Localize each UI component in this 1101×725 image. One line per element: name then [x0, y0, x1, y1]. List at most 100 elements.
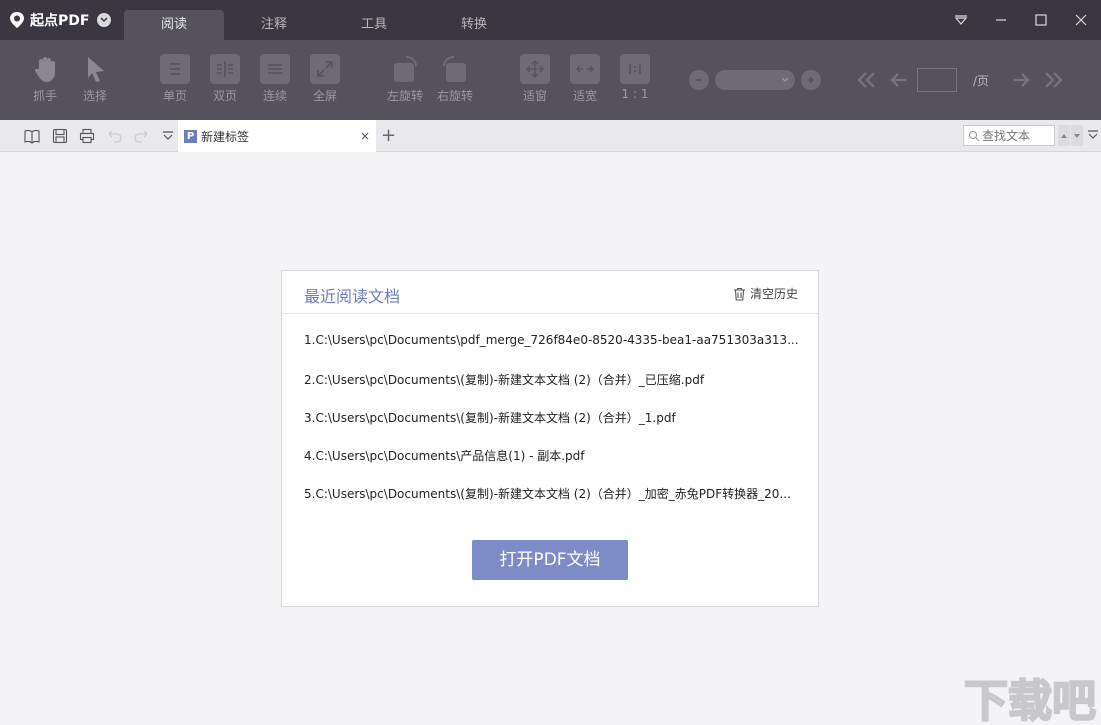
- actual-size-icon: [620, 54, 650, 84]
- double-page-button[interactable]: 双页: [200, 54, 250, 104]
- close-icon: [1075, 14, 1087, 26]
- recent-panel-header: 最近阅读文档 清空历史: [282, 271, 818, 314]
- fullscreen-icon: [310, 54, 340, 84]
- fit-window-icon: [520, 54, 550, 84]
- logo-pin-icon: [10, 12, 24, 28]
- fit-window-button[interactable]: 适窗: [510, 54, 560, 104]
- watermark-text: 下载吧: [964, 676, 1096, 724]
- window-controls: [941, 0, 1101, 40]
- fullscreen-button[interactable]: 全屏: [300, 54, 350, 104]
- print-icon[interactable]: [79, 128, 95, 144]
- search-next-button[interactable]: [1071, 125, 1083, 146]
- single-page-icon: [160, 54, 190, 84]
- first-page-icon[interactable]: [855, 70, 879, 90]
- more-options-icon[interactable]: [1087, 128, 1099, 142]
- tab-annotate[interactable]: 注释: [224, 10, 324, 40]
- app-name: 起点PDF: [30, 13, 90, 29]
- previous-page-icon[interactable]: [889, 70, 909, 90]
- fit-width-label: 适宽: [572, 89, 597, 103]
- recent-document-item[interactable]: 3.C:\Users\pc\Documents\(复制)-新建文本文档 (2)（…: [304, 409, 804, 447]
- maximize-button[interactable]: [1021, 0, 1061, 40]
- zoom-select[interactable]: [715, 70, 795, 90]
- search-prev-button[interactable]: [1058, 125, 1070, 146]
- settings-menu-button[interactable]: [941, 0, 981, 40]
- minimize-button[interactable]: [981, 0, 1021, 40]
- page-navigation: /页: [855, 66, 1065, 94]
- rotate-right-icon: [440, 54, 470, 84]
- document-tab[interactable]: P 新建标签 ×: [178, 120, 376, 152]
- zoom-control: [689, 69, 821, 91]
- tab-read[interactable]: 阅读: [124, 10, 224, 40]
- continuous-icon: [260, 54, 290, 84]
- document-tab-label: 新建标签: [201, 129, 250, 144]
- recent-panel-title: 最近阅读文档: [304, 287, 401, 306]
- minus-icon: [696, 79, 702, 81]
- open-pdf-button[interactable]: 打开PDF文档: [472, 540, 628, 580]
- chevron-down-icon: [781, 77, 789, 82]
- continuous-button[interactable]: 连续: [250, 54, 300, 104]
- recent-document-item[interactable]: 2.C:\Users\pc\Documents\(复制)-新建文本文档 (2)（…: [304, 371, 804, 409]
- close-button[interactable]: [1061, 0, 1101, 40]
- maximize-icon: [1035, 14, 1047, 26]
- trash-icon: [733, 287, 745, 301]
- search-box[interactable]: [963, 125, 1055, 146]
- fullscreen-label: 全屏: [312, 89, 337, 103]
- single-page-button[interactable]: 单页: [150, 54, 200, 104]
- fit-width-button[interactable]: 适宽: [560, 54, 610, 104]
- double-page-icon: [210, 54, 240, 84]
- add-tab-button[interactable]: +: [381, 126, 396, 146]
- rotate-right-label: 右旋转: [436, 89, 473, 103]
- recent-document-item[interactable]: 4.C:\Users\pc\Documents\产品信息(1) - 副本.pdf: [304, 447, 804, 485]
- actual-size-label: 1 : 1: [621, 87, 649, 101]
- double-page-label: 双页: [212, 89, 237, 103]
- recent-documents-panel: 最近阅读文档 清空历史 1.C:\Users\pc\Documents\pdf_…: [281, 270, 819, 607]
- zoom-out-button[interactable]: [689, 70, 709, 90]
- actual-size-button[interactable]: 1 : 1: [610, 54, 660, 101]
- cursor-icon: [80, 54, 110, 84]
- rotate-left-label: 左旋转: [386, 89, 423, 103]
- page-suffix: /页: [973, 73, 990, 88]
- last-page-icon[interactable]: [1041, 70, 1065, 90]
- plus-icon: [808, 77, 814, 83]
- chevron-down-icon: [100, 17, 108, 23]
- grab-tool-button[interactable]: 抓手: [20, 54, 70, 104]
- redo-icon[interactable]: [133, 128, 149, 144]
- app-logo[interactable]: 起点PDF: [8, 10, 112, 30]
- continuous-label: 连续: [262, 89, 287, 103]
- chevron-down-icon: [1074, 133, 1080, 138]
- tab-tools[interactable]: 工具: [324, 10, 424, 40]
- recent-documents-list: 1.C:\Users\pc\Documents\pdf_merge_726f84…: [304, 333, 804, 523]
- recent-document-item[interactable]: 1.C:\Users\pc\Documents\pdf_merge_726f84…: [304, 333, 804, 371]
- rotate-left-icon: [390, 54, 420, 84]
- fit-width-icon: [570, 54, 600, 84]
- app-menu-dropdown[interactable]: [97, 13, 112, 27]
- clear-history-label: 清空历史: [749, 287, 798, 301]
- grab-label: 抓手: [32, 89, 57, 103]
- recent-document-item[interactable]: 5.C:\Users\pc\Documents\(复制)-新建文本文档 (2)（…: [304, 485, 804, 523]
- select-tool-button[interactable]: 选择: [70, 54, 120, 104]
- minimize-icon: [996, 19, 1006, 21]
- next-page-icon[interactable]: [1011, 70, 1031, 90]
- search-input[interactable]: [982, 128, 1052, 143]
- menu-triangle-icon: [954, 15, 968, 25]
- undo-icon[interactable]: [107, 128, 123, 144]
- open-book-icon[interactable]: [24, 128, 40, 144]
- zoom-in-button[interactable]: [801, 70, 821, 90]
- save-icon[interactable]: [52, 128, 68, 144]
- document-tab-bar: P 新建标签 × +: [0, 120, 1101, 152]
- clear-history-button[interactable]: 清空历史: [733, 285, 798, 302]
- close-tab-icon[interactable]: ×: [360, 129, 370, 143]
- select-label: 选择: [82, 89, 107, 103]
- hand-icon: [30, 54, 60, 84]
- rotate-left-button[interactable]: 左旋转: [380, 54, 430, 104]
- tab-convert[interactable]: 转换: [424, 10, 524, 40]
- page-number-input[interactable]: [917, 68, 957, 92]
- fit-window-label: 适窗: [522, 89, 547, 103]
- main-tabs: 阅读 注释 工具 转换: [124, 10, 524, 40]
- single-page-label: 单页: [162, 89, 187, 103]
- quick-access-dropdown-icon[interactable]: [160, 128, 176, 144]
- pdf-file-icon: P: [184, 129, 197, 143]
- rotate-right-button[interactable]: 右旋转: [430, 54, 480, 104]
- chevron-up-icon: [1061, 133, 1067, 138]
- title-bar: 起点PDF 阅读 注释 工具 转换: [0, 0, 1101, 40]
